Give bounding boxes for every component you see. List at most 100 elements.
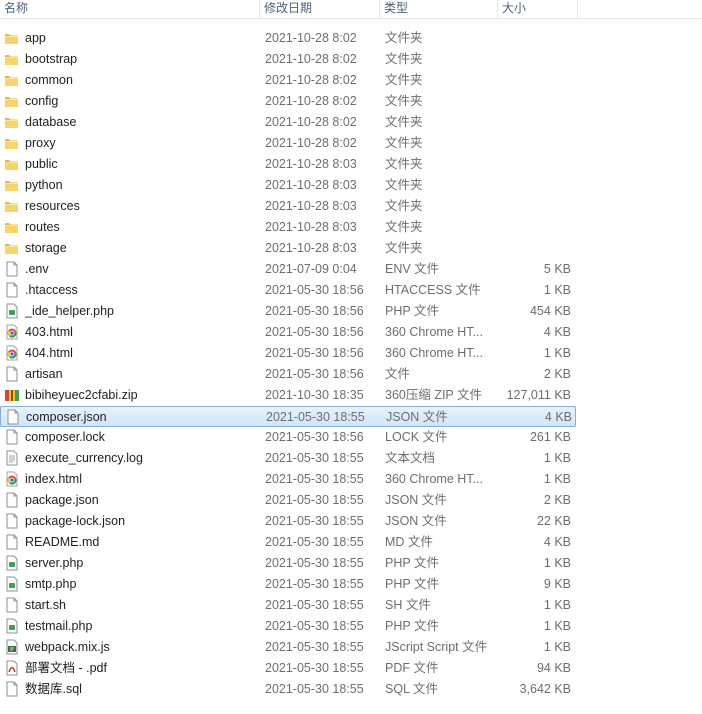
- file-row[interactable]: resources 2021-10-28 8:03 文件夹: [0, 196, 576, 217]
- file-name: proxy: [25, 136, 56, 150]
- file-row[interactable]: .htaccess 2021-05-30 18:56 HTACCESS 文件 1 KB: [0, 280, 576, 301]
- column-header-name[interactable]: 名称: [0, 0, 260, 18]
- file-modified-date: 2021-10-28 8:03: [265, 220, 357, 234]
- file-size: 1 KB: [543, 346, 571, 360]
- file-name: artisan: [25, 367, 63, 381]
- file-name: server.php: [25, 556, 84, 570]
- file-modified-date: 2021-05-30 18:55: [265, 640, 364, 654]
- file-name: execute_currency.log: [25, 451, 143, 465]
- column-header: 名称 修改日期 类型 大小: [0, 0, 702, 19]
- column-header-date[interactable]: 修改日期: [260, 0, 380, 18]
- file-row[interactable]: 403.html 2021-05-30 18:56 360 Chrome HT...…: [0, 322, 576, 343]
- file-modified-date: 2021-05-30 18:55: [265, 577, 364, 591]
- file-type: SQL 文件: [385, 682, 439, 696]
- file-size: 1 KB: [543, 619, 571, 633]
- file-row[interactable]: package-lock.json 2021-05-30 18:55 JSON 文件…: [0, 511, 576, 532]
- file-icon: [4, 282, 20, 298]
- file-row[interactable]: server.php 2021-05-30 18:55 PHP 文件 1 KB: [0, 553, 576, 574]
- file-size: 1 KB: [543, 472, 571, 486]
- file-row[interactable]: _ide_helper.php 2021-05-30 18:56 PHP 文件 454…: [0, 301, 576, 322]
- file-modified-date: 2021-05-30 18:55: [265, 619, 364, 633]
- file-row[interactable]: proxy 2021-10-28 8:02 文件夹: [0, 133, 576, 154]
- file-row[interactable]: .env 2021-07-09 0:04 ENV 文件 5 KB: [0, 259, 576, 280]
- php-file-icon: [4, 303, 20, 319]
- file-name: smtp.php: [25, 577, 77, 591]
- text-file-icon: [4, 450, 20, 466]
- file-modified-date: 2021-05-30 18:55: [265, 556, 364, 570]
- file-name: 403.html: [25, 325, 73, 339]
- file-size: 2 KB: [543, 367, 571, 381]
- folder-icon: [4, 93, 20, 109]
- file-name: config: [25, 94, 59, 108]
- file-size: 454 KB: [529, 304, 571, 318]
- file-row[interactable]: bootstrap 2021-10-28 8:02 文件夹: [0, 49, 576, 70]
- file-type: PHP 文件: [385, 556, 439, 570]
- file-row[interactable]: testmail.php 2021-05-30 18:55 PHP 文件 1 KB: [0, 616, 576, 637]
- file-row[interactable]: webpack.mix.js 2021-05-30 18:55 JScript Sc…: [0, 637, 576, 658]
- file-type: PHP 文件: [385, 304, 439, 318]
- file-type: PHP 文件: [385, 577, 439, 591]
- file-modified-date: 2021-10-28 8:03: [265, 178, 357, 192]
- file-type: LOCK 文件: [385, 430, 448, 444]
- file-type: 文件夹: [385, 199, 423, 213]
- file-name: public: [25, 157, 58, 171]
- file-type: 文件夹: [385, 220, 423, 234]
- file-row[interactable]: composer.lock 2021-05-30 18:56 LOCK 文件 261 …: [0, 427, 576, 448]
- file-modified-date: 2021-10-28 8:02: [265, 136, 357, 150]
- file-size: 261 KB: [529, 430, 571, 444]
- file-type: JSON 文件: [385, 514, 447, 528]
- file-modified-date: 2021-10-28 8:02: [265, 73, 357, 87]
- file-modified-date: 2021-07-09 0:04: [265, 262, 357, 276]
- file-list: app 2021-10-28 8:02 文件夹 bootstrap 2021-10-28…: [0, 28, 702, 700]
- file-modified-date: 2021-05-30 18:56: [265, 367, 364, 381]
- file-type: JSON 文件: [386, 410, 448, 424]
- file-size: 4 KB: [543, 535, 571, 549]
- file-row[interactable]: index.html 2021-05-30 18:55 360 Chrome HT.…: [0, 469, 576, 490]
- script-file-icon: [4, 639, 20, 655]
- file-row[interactable]: routes 2021-10-28 8:03 文件夹: [0, 217, 576, 238]
- file-type: 文本文档: [385, 451, 436, 465]
- file-size: 3,642 KB: [519, 682, 571, 696]
- file-row[interactable]: app 2021-10-28 8:02 文件夹: [0, 28, 576, 49]
- file-type: 360 Chrome HT...: [385, 325, 483, 339]
- column-header-size[interactable]: 大小: [498, 0, 578, 18]
- column-header-type[interactable]: 类型: [380, 0, 498, 18]
- file-row[interactable]: storage 2021-10-28 8:03 文件夹: [0, 238, 576, 259]
- file-row[interactable]: public 2021-10-28 8:03 文件夹: [0, 154, 576, 175]
- file-modified-date: 2021-10-28 8:02: [265, 94, 357, 108]
- file-type: PHP 文件: [385, 619, 439, 633]
- file-icon: [4, 513, 20, 529]
- file-row[interactable]: 部署文档 - .pdf 2021-05-30 18:55 PDF 文件 94 KB: [0, 658, 576, 679]
- file-row[interactable]: database 2021-10-28 8:02 文件夹: [0, 112, 576, 133]
- file-row[interactable]: 404.html 2021-05-30 18:56 360 Chrome HT...…: [0, 343, 576, 364]
- file-size: 1 KB: [543, 598, 571, 612]
- file-row[interactable]: 数据库.sql 2021-05-30 18:55 SQL 文件 3,642 KB: [0, 679, 576, 700]
- file-row[interactable]: composer.json 2021-05-30 18:55 JSON 文件 4 KB: [0, 406, 576, 427]
- file-type: JSON 文件: [385, 493, 447, 507]
- file-modified-date: 2021-05-30 18:56: [265, 346, 364, 360]
- file-modified-date: 2021-10-30 18:35: [265, 388, 364, 402]
- folder-icon: [4, 135, 20, 151]
- file-modified-date: 2021-10-28 8:02: [265, 31, 357, 45]
- file-row[interactable]: artisan 2021-05-30 18:56 文件 2 KB: [0, 364, 576, 385]
- folder-icon: [4, 156, 20, 172]
- file-type: 文件夹: [385, 94, 423, 108]
- file-row[interactable]: python 2021-10-28 8:03 文件夹: [0, 175, 576, 196]
- file-name: common: [25, 73, 73, 87]
- file-row[interactable]: README.md 2021-05-30 18:55 MD 文件 4 KB: [0, 532, 576, 553]
- file-row[interactable]: start.sh 2021-05-30 18:55 SH 文件 1 KB: [0, 595, 576, 616]
- file-row[interactable]: bibiheyuec2cfabi.zip 2021-10-30 18:35 360压…: [0, 385, 576, 406]
- file-size: 2 KB: [543, 493, 571, 507]
- file-name: 404.html: [25, 346, 73, 360]
- file-modified-date: 2021-05-30 18:55: [265, 535, 364, 549]
- file-row[interactable]: config 2021-10-28 8:02 文件夹: [0, 91, 576, 112]
- file-row[interactable]: common 2021-10-28 8:02 文件夹: [0, 70, 576, 91]
- file-type: 文件夹: [385, 73, 423, 87]
- file-row[interactable]: execute_currency.log 2021-05-30 18:55 文本文档…: [0, 448, 576, 469]
- file-size: 127,011 KB: [506, 388, 571, 402]
- file-row[interactable]: package.json 2021-05-30 18:55 JSON 文件 2 KB: [0, 490, 576, 511]
- file-size: 22 KB: [536, 514, 571, 528]
- file-type: 360 Chrome HT...: [385, 472, 483, 486]
- file-row[interactable]: smtp.php 2021-05-30 18:55 PHP 文件 9 KB: [0, 574, 576, 595]
- folder-icon: [4, 219, 20, 235]
